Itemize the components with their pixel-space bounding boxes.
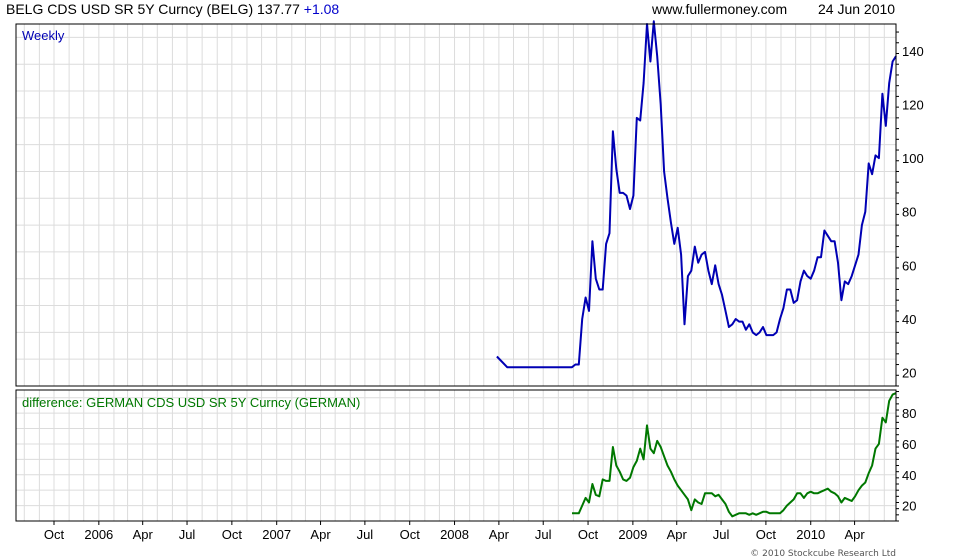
x-tick-label: Apr	[844, 527, 865, 542]
y-tick-label: 40	[902, 312, 916, 327]
y-tick-label: 20	[902, 366, 916, 381]
y-tick-label: 60	[902, 437, 916, 452]
series-layer	[496, 20, 897, 518]
y-tick-label: 80	[902, 406, 916, 421]
y-tick-label: 60	[902, 258, 916, 273]
x-tick-label: 2007	[262, 527, 291, 542]
x-tick-label: 2010	[796, 527, 825, 542]
x-tick-label: Apr	[489, 527, 510, 542]
y-tick-label: 140	[902, 44, 924, 59]
x-tick-label: 2008	[440, 527, 469, 542]
copyright-label: © 2010 Stockcube Research Ltd	[750, 549, 896, 559]
y-tick-label: 20	[902, 499, 916, 514]
belg-cds-line	[496, 20, 897, 369]
x-tick-label: Apr	[667, 527, 688, 542]
y-tick-label: 80	[902, 205, 916, 220]
y-tick-label: 100	[902, 151, 924, 166]
x-tick-label: 2009	[618, 527, 647, 542]
x-tick-label: Oct	[400, 527, 421, 542]
x-tick-label: Jul	[357, 527, 374, 542]
x-tick-label: Oct	[578, 527, 599, 542]
main-panel-label: Weekly	[22, 28, 65, 43]
chart-canvas: 20 40 60 80 100 120 140 20 40 60 80 Oct 2006 Apr Jul Oc…	[15, 20, 924, 542]
difference-line	[572, 392, 897, 518]
y-tick-label: 120	[902, 97, 924, 112]
x-tick-label: Jul	[713, 527, 730, 542]
x-tick-label: Jul	[535, 527, 552, 542]
x-tick-label: Apr	[310, 527, 331, 542]
x-tick-label: Apr	[133, 527, 154, 542]
x-tick-label: Oct	[44, 527, 65, 542]
x-tick-label: 2006	[84, 527, 113, 542]
sub-panel-label: difference: GERMAN CDS USD SR 5Y Curncy …	[22, 395, 360, 410]
grid-layer	[16, 24, 896, 521]
y-tick-label: 40	[902, 468, 916, 483]
x-tick-label: Jul	[179, 527, 196, 542]
frame-layer	[15, 23, 899, 525]
x-tick-label: Oct	[222, 527, 243, 542]
x-tick-label: Oct	[756, 527, 777, 542]
